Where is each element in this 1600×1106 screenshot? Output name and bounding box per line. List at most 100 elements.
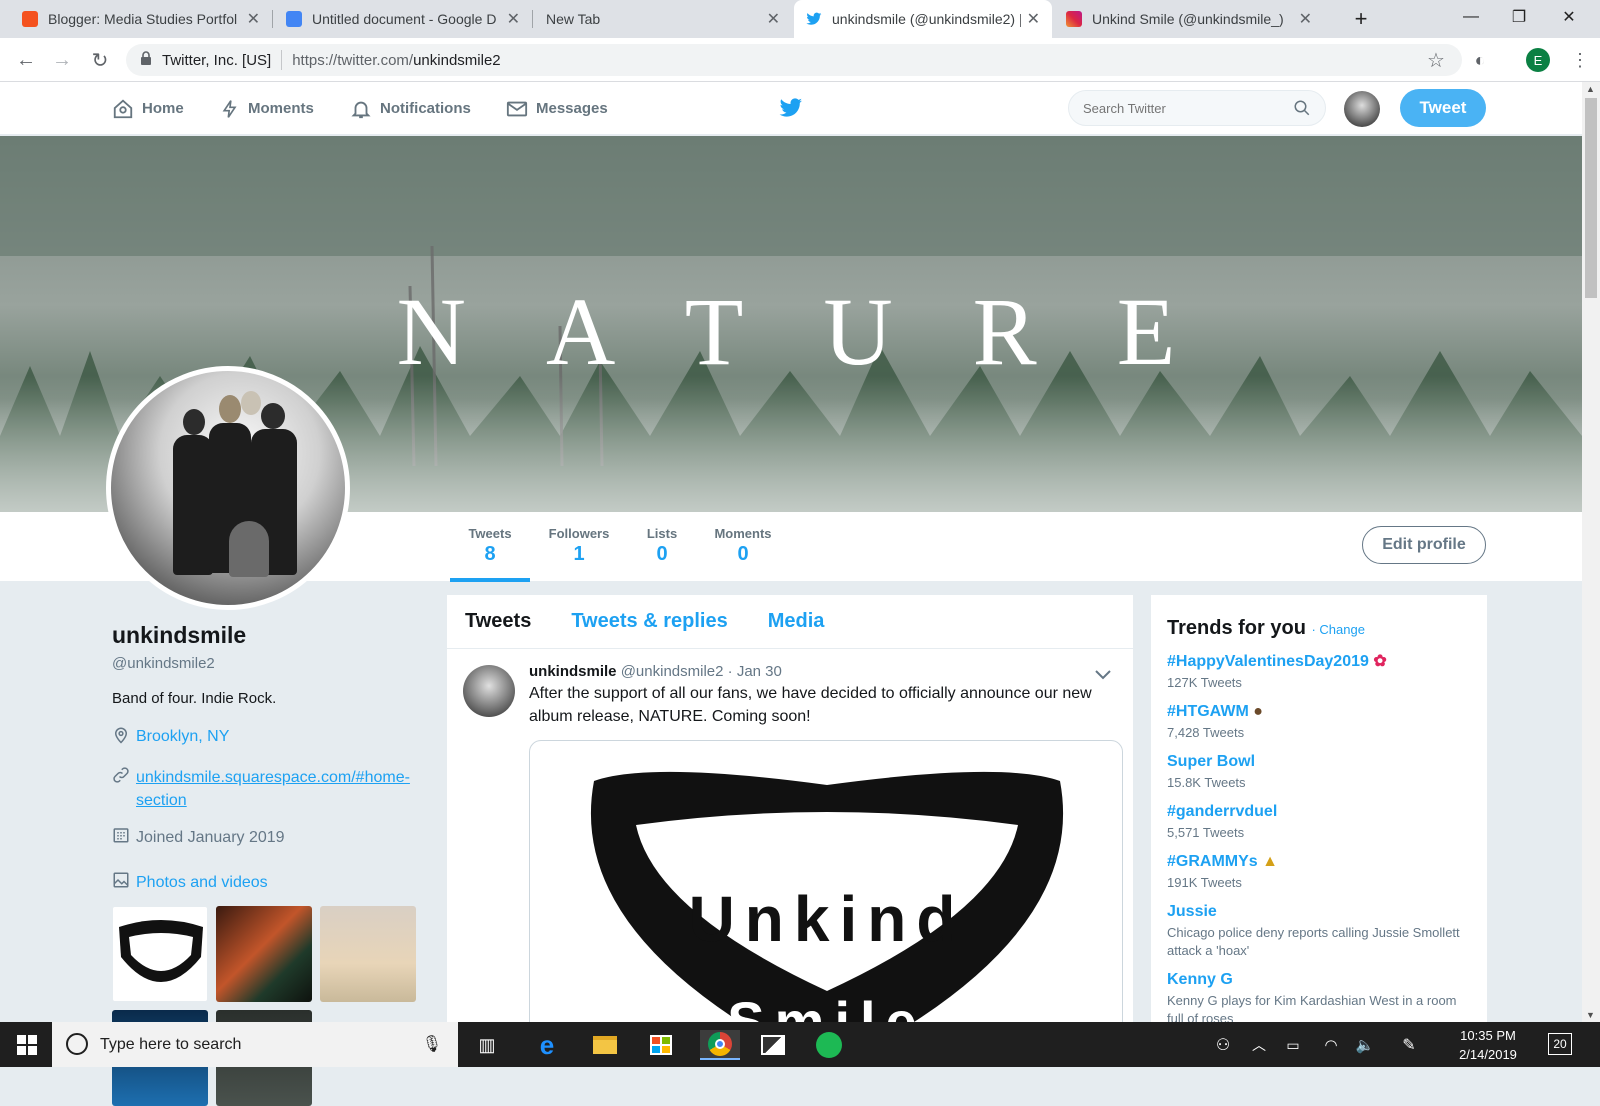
tab-new-tab[interactable]: New Tab ✕ (534, 0, 792, 38)
taskbar-clock[interactable]: 10:35 PM 2/14/2019 (1448, 1026, 1528, 1064)
scroll-up-arrow-icon[interactable]: ▲ (1586, 84, 1595, 94)
media-thumbnail[interactable] (216, 906, 312, 1002)
media-thumbnail[interactable] (112, 906, 208, 1002)
tab-tweets[interactable]: Tweets (465, 610, 531, 633)
trend-tag[interactable]: Kenny G (1167, 971, 1471, 989)
trend-tag[interactable]: #GRAMMYs (1167, 853, 1258, 870)
scroll-down-arrow-icon[interactable]: ▼ (1586, 1010, 1595, 1020)
task-view-icon[interactable]: ▥ (472, 1030, 502, 1060)
heart-emoji-icon: ✿ (1373, 653, 1387, 670)
tweet-date[interactable]: · Jan 30 (728, 663, 782, 680)
nav-home[interactable]: Home (112, 82, 184, 135)
people-icon[interactable]: ⚇ (1208, 1030, 1238, 1060)
close-icon[interactable]: ✕ (1027, 9, 1040, 29)
photos-app-icon[interactable] (758, 1030, 788, 1060)
trend-tag[interactable]: Super Bowl (1167, 753, 1471, 771)
minimize-icon[interactable]: — (1448, 0, 1494, 34)
address-bar[interactable]: Twitter, Inc. [US] https://twitter.com/ … (126, 44, 1462, 76)
back-arrow-icon[interactable]: ← (12, 46, 40, 74)
close-icon[interactable]: ✕ (767, 9, 780, 29)
trend-tag[interactable]: #HappyValentinesDay2019 (1167, 653, 1369, 670)
wifi-icon[interactable]: ◠ (1316, 1030, 1346, 1060)
stat-label: Followers (548, 526, 610, 541)
search-box[interactable] (1068, 90, 1326, 126)
photos-and-videos-link[interactable]: Photos and videos (112, 871, 422, 896)
chevron-up-icon[interactable]: ︿ (1244, 1030, 1274, 1060)
stat-followers[interactable]: Followers 1 (544, 526, 614, 566)
trend-item[interactable]: #HappyValentinesDay2019 ✿ 127K Tweets (1167, 651, 1471, 692)
close-icon[interactable]: ✕ (507, 9, 520, 29)
trend-tag[interactable]: #HTGAWM (1167, 703, 1249, 720)
window-close-icon[interactable]: ✕ (1546, 0, 1592, 34)
trend-item[interactable]: Super Bowl 15.8K Tweets (1167, 753, 1471, 792)
profile-name[interactable]: unkindsmile (112, 622, 422, 649)
reload-icon[interactable]: ↻ (86, 46, 114, 74)
trend-tag[interactable]: Jussie (1167, 903, 1471, 921)
tweet-item[interactable]: unkindsmile @unkindsmile2 · Jan 30 After… (447, 649, 1133, 1024)
tweet-media-image[interactable]: Unkind Smile (529, 740, 1123, 1024)
windows-start-icon[interactable] (12, 1030, 42, 1060)
close-icon[interactable]: ✕ (247, 9, 260, 29)
tweet-author-name[interactable]: unkindsmile (529, 663, 617, 680)
new-tab-button[interactable]: + (1338, 2, 1384, 36)
profile-avatar[interactable]: E (1526, 48, 1550, 72)
trend-item[interactable]: Jussie Chicago police deny reports calli… (1167, 903, 1471, 960)
logo-word-bottom: Smile (727, 990, 926, 1024)
scrollbar-thumb[interactable] (1585, 98, 1597, 298)
trend-item[interactable]: #HTGAWM ● 7,428 Tweets (1167, 703, 1471, 742)
search-icon[interactable] (1293, 99, 1311, 117)
tab-media[interactable]: Media (768, 610, 825, 633)
account-avatar[interactable] (1344, 91, 1380, 127)
pen-icon[interactable]: ✎ (1394, 1030, 1424, 1060)
stat-tweets[interactable]: Tweets 8 (450, 526, 530, 582)
tab-blogger[interactable]: Blogger: Media Studies Portfol ✕ (10, 0, 272, 38)
profile-avatar-large[interactable] (106, 366, 350, 610)
stat-moments[interactable]: Moments 0 (708, 526, 778, 566)
tweet-avatar[interactable] (463, 665, 515, 717)
battery-icon[interactable]: ▭ (1278, 1030, 1308, 1060)
file-explorer-icon[interactable] (590, 1030, 620, 1060)
tab-instagram[interactable]: Unkind Smile (@unkindsmile_) ✕ (1054, 0, 1324, 38)
page-scrollbar[interactable]: ▲ ▼ (1582, 82, 1600, 1022)
stat-label: Moments (714, 526, 772, 541)
edge-icon[interactable]: e (532, 1030, 562, 1060)
close-icon[interactable]: ✕ (1299, 9, 1312, 29)
stat-lists[interactable]: Lists 0 (638, 526, 686, 566)
website-link[interactable]: unkindsmile.squarespace.com/#home-sectio… (136, 766, 418, 812)
trend-item[interactable]: #ganderrvduel 5,571 Tweets (1167, 803, 1471, 842)
nav-notifications[interactable]: Notifications (350, 82, 471, 135)
trend-tag[interactable]: #ganderrvduel (1167, 803, 1471, 821)
edit-profile-button[interactable]: Edit profile (1362, 526, 1486, 564)
tab-twitter[interactable]: unkindsmile (@unkindsmile2) | ✕ (794, 0, 1052, 38)
bookmark-star-icon[interactable]: ☆ (1422, 46, 1450, 74)
store-icon[interactable] (646, 1030, 676, 1060)
nav-moments[interactable]: Moments (220, 82, 314, 135)
nav-messages[interactable]: Messages (506, 82, 608, 135)
extension-icon[interactable]: ◐ (1466, 46, 1494, 74)
tweet-author-handle[interactable]: @unkindsmile2 (621, 663, 724, 680)
profile-website[interactable]: unkindsmile.squarespace.com/#home-sectio… (112, 766, 422, 812)
chrome-icon[interactable] (700, 1030, 740, 1060)
chevron-down-icon[interactable] (1095, 667, 1111, 683)
trends-change-link[interactable]: · Change (1311, 622, 1364, 637)
profile-location[interactable]: Brooklyn, NY (112, 725, 422, 752)
chrome-menu-icon[interactable]: ⋮ (1566, 46, 1594, 74)
forward-arrow-icon[interactable]: → (48, 46, 76, 74)
volume-icon[interactable]: 🔈 (1350, 1030, 1380, 1060)
search-input[interactable] (1083, 100, 1293, 116)
tab-google-docs[interactable]: Untitled document - Google D ✕ (274, 0, 532, 38)
blogger-icon (22, 11, 38, 27)
band-member (173, 435, 213, 575)
profile-handle[interactable]: @unkindsmile2 (112, 655, 422, 672)
trend-item[interactable]: #GRAMMYs ▲ 191K Tweets (1167, 853, 1471, 892)
twitter-logo-icon[interactable] (778, 96, 804, 125)
microphone-icon[interactable]: 🎙 (422, 1034, 442, 1054)
taskbar-search-box[interactable]: Type here to search 🎙 (52, 1022, 458, 1067)
tab-tweets-and-replies[interactable]: Tweets & replies (571, 610, 727, 633)
spotify-icon[interactable] (814, 1030, 844, 1060)
tweet-button[interactable]: Tweet (1400, 89, 1486, 127)
trend-item[interactable]: Kenny G Kenny G plays for Kim Kardashian… (1167, 971, 1471, 1023)
restore-icon[interactable]: ❐ (1496, 0, 1542, 34)
media-thumbnail[interactable] (320, 906, 416, 1002)
action-center-icon[interactable]: 20 (1548, 1033, 1572, 1055)
